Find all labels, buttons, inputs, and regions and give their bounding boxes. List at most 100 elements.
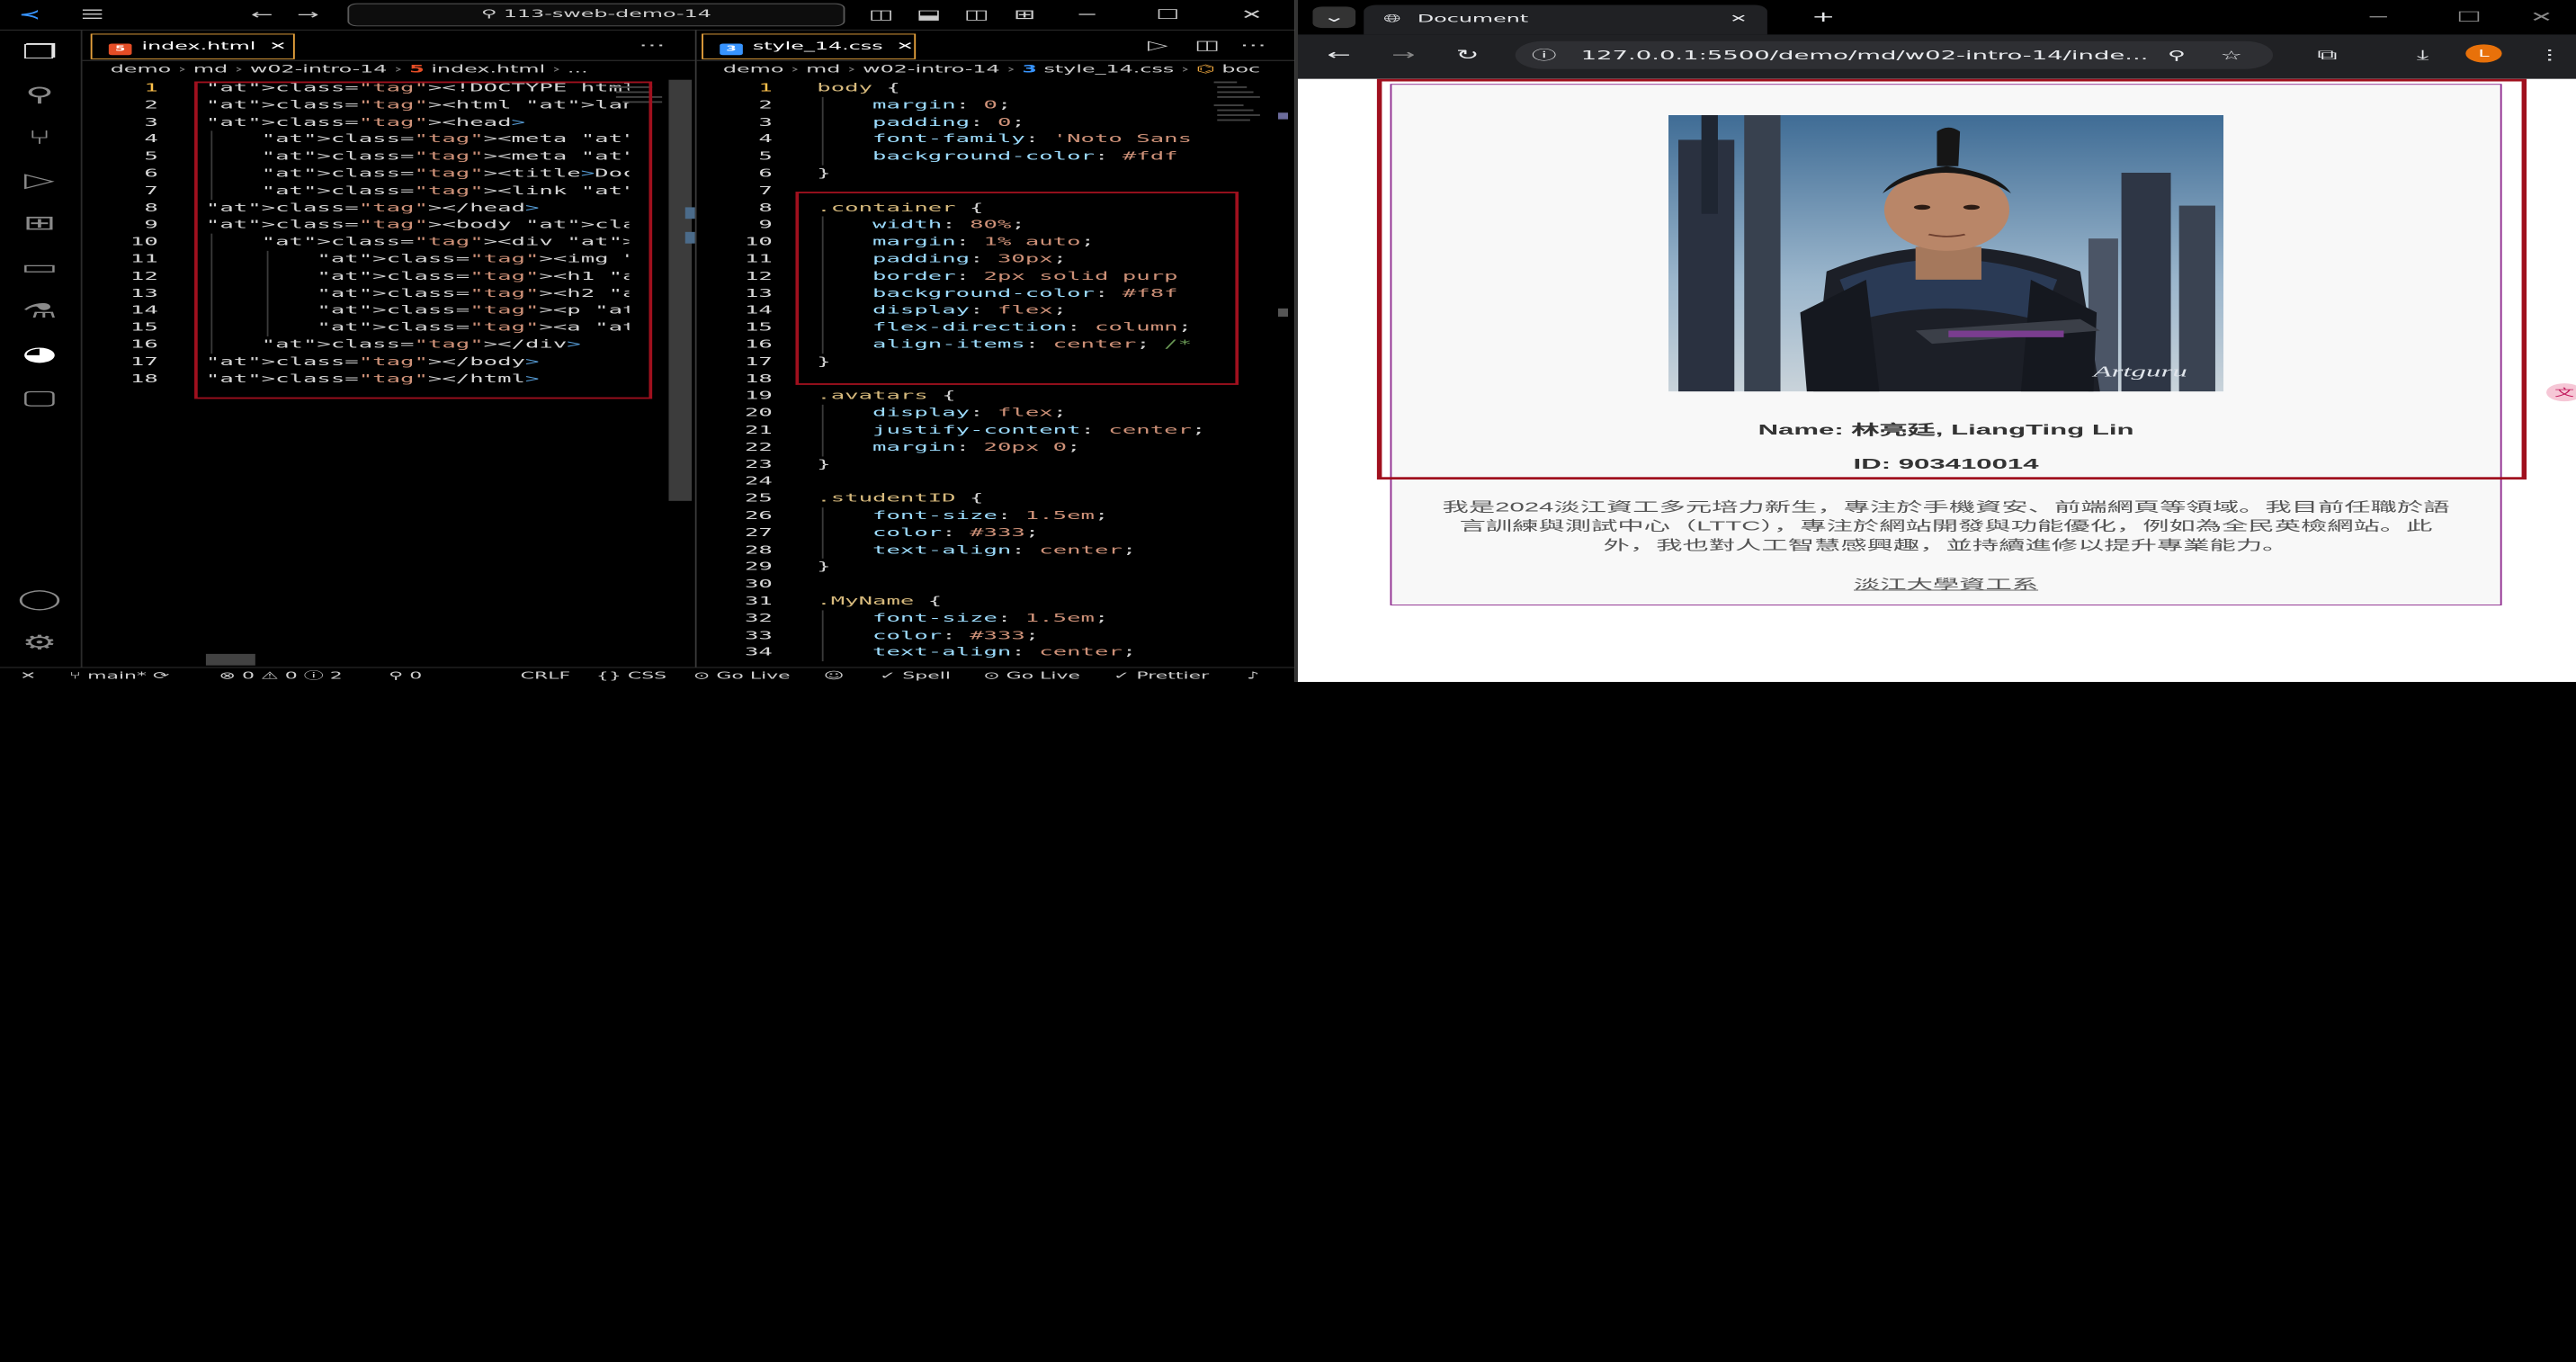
copilot-icon[interactable]: ☺ bbox=[824, 668, 845, 682]
code-line[interactable]: font-size: 1.5em; bbox=[817, 610, 1229, 627]
bookmark-star-icon[interactable]: ☆ bbox=[2220, 41, 2242, 69]
code-line[interactable]: background-color: #fdf bbox=[817, 148, 1229, 166]
breadcrumb-item[interactable]: demo bbox=[723, 63, 784, 76]
menu-icon[interactable]: ☰ bbox=[73, 4, 112, 24]
command-center[interactable]: ⚲ 113-sweb-demo-14 bbox=[347, 3, 845, 27]
breadcrumb-item[interactable]: style_14.css bbox=[1044, 63, 1175, 76]
breadcrumb-item[interactable]: demo bbox=[111, 63, 172, 76]
forward-arrow-icon[interactable]: → bbox=[288, 4, 327, 24]
settings-gear-icon[interactable]: ⚙ bbox=[13, 629, 67, 655]
prettier-indicator[interactable]: ✓ Prettier bbox=[1114, 668, 1209, 682]
code-line[interactable]: } bbox=[817, 166, 1229, 183]
remote-explorer-icon[interactable]: ▭ bbox=[13, 255, 67, 281]
kebab-menu-icon[interactable]: ⋮ bbox=[2528, 44, 2572, 66]
explorer-icon[interactable]: ❐ bbox=[13, 39, 67, 65]
extensions-puzzle-icon[interactable]: ⧉ bbox=[2306, 44, 2349, 66]
go-live-indicator[interactable]: ⊙ Go Live bbox=[693, 668, 791, 682]
minimize-icon[interactable]: ─ bbox=[1068, 4, 1107, 24]
new-tab-plus-icon[interactable]: + bbox=[1802, 6, 1845, 28]
ports-indicator[interactable]: ⚲ 0 bbox=[389, 668, 422, 682]
browser-tab[interactable]: 🌐︎ Document ✕ bbox=[1364, 4, 1767, 35]
split-editor-icon[interactable]: ◫ bbox=[1187, 35, 1227, 55]
code-line[interactable]: padding: 0; bbox=[817, 114, 1229, 131]
code-line[interactable]: } bbox=[817, 559, 1229, 576]
toggle-primary-sidebar-icon[interactable]: ◫ bbox=[862, 4, 901, 24]
code-line[interactable] bbox=[817, 576, 1229, 593]
scrollbar[interactable] bbox=[668, 79, 693, 501]
code-line[interactable]: font-size: 1.5em; bbox=[817, 507, 1229, 524]
language-indicator[interactable]: {} CSS bbox=[596, 668, 666, 682]
zoom-icon[interactable]: ⚲ bbox=[2168, 41, 2186, 69]
go-live-indicator-2[interactable]: ⊙ Go Live bbox=[983, 668, 1080, 682]
breadcrumb-item[interactable]: w02-intro-14 bbox=[250, 63, 388, 76]
more-actions-icon[interactable]: ⋯ bbox=[632, 35, 672, 55]
more-actions-icon[interactable]: ⋯ bbox=[1234, 35, 1274, 55]
minimize-icon[interactable]: ─ bbox=[2357, 6, 2400, 28]
profile-avatar[interactable]: L bbox=[2465, 44, 2502, 63]
code-line[interactable]: text-align: center; bbox=[817, 542, 1229, 559]
code-line[interactable]: margin: 20px 0; bbox=[817, 439, 1229, 456]
breadcrumb-item[interactable]: w02-intro-14 bbox=[863, 63, 1000, 76]
testing-icon[interactable]: ⚗ bbox=[13, 298, 67, 324]
breadcrumb-item[interactable]: index.html bbox=[431, 63, 545, 76]
close-icon[interactable]: ✕ bbox=[2520, 6, 2563, 28]
close-tab-icon[interactable]: ✕ bbox=[896, 40, 914, 53]
code-line[interactable] bbox=[817, 473, 1229, 490]
code-line[interactable]: margin: 0; bbox=[817, 97, 1229, 114]
code-line[interactable]: body { bbox=[817, 80, 1229, 97]
eol-indicator[interactable]: CRLF bbox=[521, 668, 571, 682]
code-line[interactable]: } bbox=[817, 456, 1229, 473]
horizontal-scrollbar[interactable] bbox=[205, 653, 255, 666]
tab-search-chevron-icon[interactable]: ⌄ bbox=[1312, 6, 1356, 29]
breadcrumb-item[interactable]: md bbox=[806, 63, 840, 76]
breadcrumb-item[interactable]: ... bbox=[568, 63, 588, 76]
tab-index-html[interactable]: 5 index.html ✕ bbox=[90, 33, 295, 59]
branch-indicator[interactable]: ⑂ main* ⟳ bbox=[69, 668, 170, 682]
web-link[interactable]: 淡江大學資工系 bbox=[1391, 573, 2500, 593]
toggle-panel-icon[interactable]: ⬓ bbox=[909, 4, 949, 24]
download-icon[interactable]: ⤓ bbox=[2402, 44, 2445, 66]
live-share-icon[interactable]: ◕ bbox=[13, 341, 67, 367]
notifications-bell-icon[interactable]: ♪ bbox=[1247, 668, 1259, 682]
remote-icon[interactable]: ✕ bbox=[20, 668, 36, 682]
code-line[interactable]: .avatars { bbox=[817, 388, 1229, 405]
back-arrow-icon[interactable]: ← bbox=[242, 4, 282, 24]
maximize-icon[interactable]: ☐ bbox=[1148, 4, 1187, 24]
chat-icon[interactable]: ▢ bbox=[13, 384, 67, 410]
translate-extension-icon[interactable]: 文 bbox=[2546, 383, 2576, 402]
breadcrumb-item[interactable]: md bbox=[193, 63, 228, 76]
line-number: 10 bbox=[744, 235, 773, 249]
close-icon[interactable]: ✕ bbox=[1232, 4, 1272, 24]
customize-layout-icon[interactable]: ⊞ bbox=[1005, 4, 1044, 24]
code-line[interactable]: color: #333; bbox=[817, 627, 1229, 644]
breadcrumb-item[interactable]: boc bbox=[1221, 63, 1260, 76]
code-line[interactable]: text-align: center; bbox=[817, 644, 1229, 661]
code-line[interactable]: color: #333; bbox=[817, 524, 1229, 542]
code-line[interactable]: .MyName { bbox=[817, 593, 1229, 610]
spell-indicator[interactable]: ✓ Spell bbox=[880, 668, 951, 682]
code-line[interactable]: display: flex; bbox=[817, 405, 1229, 422]
close-tab-icon[interactable]: ✕ bbox=[1730, 4, 1748, 34]
tab-style-css[interactable]: 3 style_14.css ✕ bbox=[702, 33, 917, 59]
maximize-icon[interactable]: ☐ bbox=[2447, 6, 2491, 28]
forward-arrow-icon[interactable]: → bbox=[1382, 44, 1425, 66]
address-bar[interactable]: ⓘ 127.0.0.1:5500/demo/md/w02-intro-14/in… bbox=[1515, 40, 2274, 69]
back-arrow-icon[interactable]: ← bbox=[1318, 44, 1361, 66]
code-line[interactable]: font-family: 'Noto Sans bbox=[817, 131, 1229, 148]
extensions-icon[interactable]: ⊞ bbox=[13, 210, 67, 236]
accounts-icon[interactable]: ◯ bbox=[13, 586, 67, 612]
toggle-secondary-sidebar-icon[interactable]: ◫ bbox=[957, 4, 997, 24]
reload-icon[interactable]: ↻ bbox=[1446, 44, 1489, 66]
run-debug-icon[interactable]: ▷ bbox=[13, 167, 67, 193]
annotation-box bbox=[1376, 78, 2527, 480]
code-line[interactable]: .studentID { bbox=[817, 490, 1229, 507]
minimap[interactable] bbox=[1211, 80, 1274, 179]
problems-indicator[interactable]: ⊗ 0 ⚠ 0 ⓘ 2 bbox=[219, 668, 343, 682]
site-info-icon[interactable]: ⓘ bbox=[1532, 48, 1556, 62]
close-tab-icon[interactable]: ✕ bbox=[269, 40, 287, 53]
search-icon[interactable]: ⚲ bbox=[13, 82, 67, 108]
braces-icon: {} bbox=[595, 669, 622, 682]
code-line[interactable]: justify-content: center; bbox=[817, 422, 1229, 439]
source-control-icon[interactable]: ⑂ bbox=[13, 124, 67, 150]
run-icon[interactable]: ▷ bbox=[1138, 35, 1177, 55]
